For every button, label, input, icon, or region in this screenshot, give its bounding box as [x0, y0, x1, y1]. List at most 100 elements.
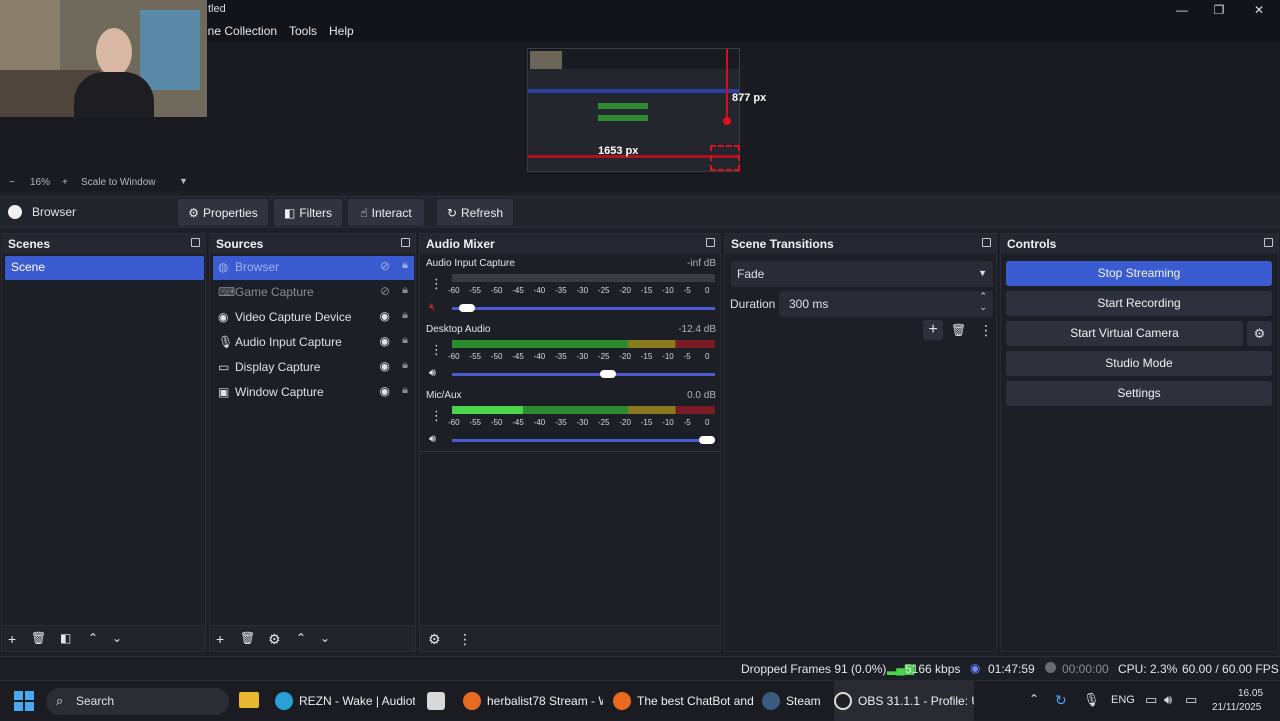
battery-icon[interactable]: ▭ [1185, 692, 1197, 708]
zoom-out-button[interactable]: − [9, 177, 15, 188]
guide-handle[interactable] [723, 117, 731, 125]
selection-box[interactable] [710, 145, 740, 171]
store-icon[interactable] [427, 692, 445, 710]
filter-icon[interactable]: ◧ [60, 631, 71, 645]
volume-slider-knob[interactable] [459, 304, 476, 312]
volume-slider[interactable] [452, 436, 715, 444]
lock-icon[interactable]: 🔒︎ [402, 284, 408, 297]
scale-tick-label: 0 [705, 286, 710, 295]
scale-tick-label: -60 [448, 352, 460, 361]
eye-icon[interactable]: ◉ [380, 334, 390, 348]
volume-slider[interactable] [452, 370, 715, 378]
stop-streaming-button[interactable]: Stop Streaming [1006, 261, 1272, 286]
source-row-audio-input[interactable]: 🎙︎ Audio Input Capture ◉ 🔒︎ [213, 331, 414, 355]
filters-button[interactable]: ◧ Filters [274, 199, 342, 226]
taskbar-app-edge[interactable]: REZN - Wake | Audiotre [275, 681, 415, 721]
source-row-window-capture[interactable]: ▣ Window Capture ◉ 🔒︎ [213, 381, 414, 405]
volume-slider-knob[interactable] [699, 436, 715, 444]
eye-icon[interactable]: ◉ [380, 359, 390, 373]
close-button[interactable]: ✕ [1244, 2, 1274, 18]
lock-icon[interactable]: 🔒︎ [402, 309, 408, 322]
float-dock-icon[interactable] [706, 238, 715, 247]
studio-mode-button[interactable]: Studio Mode [1006, 351, 1272, 376]
scale-tick-label: -55 [469, 286, 481, 295]
eye-hidden-icon[interactable]: ⊘ [380, 259, 390, 273]
windows-start-icon[interactable] [14, 691, 34, 711]
add-icon[interactable]: + [8, 631, 16, 647]
clock-date[interactable]: 21/11/2025 [1212, 702, 1261, 713]
menu-tools[interactable]: Tools [289, 24, 317, 38]
lock-icon[interactable]: 🔒︎ [402, 334, 408, 347]
add-icon[interactable]: + [216, 631, 224, 647]
language-indicator[interactable]: ENG [1111, 694, 1135, 706]
float-dock-icon[interactable] [191, 238, 200, 247]
zoom-mode[interactable]: Scale to Window [81, 177, 155, 188]
taskbar-app-firefox-1[interactable]: herbalist78 Stream - Wa [463, 681, 603, 721]
interact-button[interactable]: ☝ Interact [348, 199, 424, 226]
lock-icon[interactable]: 🔒︎ [402, 259, 408, 272]
chevron-down-icon[interactable]: ⌄ [979, 302, 987, 313]
volume-slider[interactable] [452, 304, 715, 312]
volume-slider-knob[interactable] [600, 370, 617, 378]
microphone-icon[interactable]: 🎙︎ [1083, 692, 1100, 708]
refresh-button[interactable]: ↻ Refresh [437, 199, 513, 226]
source-row-display-capture[interactable]: ▭ Display Capture ◉ 🔒︎ [213, 356, 414, 380]
start-recording-button[interactable]: Start Recording [1006, 291, 1272, 316]
trash-icon[interactable]: 🗑 [31, 631, 46, 645]
settings-button[interactable]: Settings [1006, 381, 1272, 406]
properties-button[interactable]: ⚙ Properties [178, 199, 268, 226]
volume-icon[interactable]: 🔊︎ [1164, 692, 1172, 708]
taskbar-app-obs[interactable]: OBS 31.1.1 - Profile: Unti [834, 681, 974, 721]
chevron-up-icon[interactable]: ⌃ [88, 631, 98, 645]
speaker-icon[interactable]: 🔊︎ [429, 367, 436, 380]
search-box[interactable]: ⌕ Search [46, 688, 229, 715]
preview-canvas[interactable]: 1653 px [527, 48, 740, 172]
clock-time[interactable]: 16.05 [1238, 688, 1263, 699]
gear-icon[interactable]: ⚙ [428, 631, 441, 648]
chevron-down-icon[interactable]: ⌄ [112, 631, 122, 645]
gear-icon[interactable]: ⚙ [1247, 321, 1272, 346]
more-options-icon[interactable]: ⋮ [979, 322, 993, 339]
duration-spinbox[interactable]: 300 ms ⌃ ⌄ [779, 291, 993, 317]
gear-icon[interactable]: ⚙ [268, 631, 281, 648]
more-options-icon[interactable]: ⋮ [430, 276, 443, 292]
zoom-in-button[interactable]: + [62, 177, 68, 188]
trash-icon[interactable]: 🗑 [951, 323, 966, 337]
taskbar-app-steam[interactable]: Steam [762, 681, 822, 721]
maximize-button[interactable]: ❐ [1204, 2, 1234, 18]
source-row-game-capture[interactable]: ⌨ Game Capture ⊘ 🔒︎ [213, 281, 414, 305]
chevron-up-icon[interactable]: ⌃ [296, 631, 306, 645]
speaker-icon[interactable]: 🔊︎ [429, 433, 436, 446]
muted-speaker-icon[interactable]: 🔇︎ [429, 301, 436, 314]
lock-icon[interactable]: 🔒︎ [402, 359, 408, 372]
lock-icon[interactable]: 🔒︎ [402, 384, 408, 397]
sync-icon[interactable]: ↻ [1055, 692, 1067, 709]
eye-hidden-icon[interactable]: ⊘ [380, 284, 390, 298]
chevron-up-icon[interactable]: ⌃ [1029, 692, 1039, 706]
chevron-up-icon[interactable]: ⌃ [979, 291, 987, 302]
network-icon[interactable]: ▭ [1145, 692, 1157, 708]
trash-icon[interactable]: 🗑 [240, 631, 255, 645]
float-dock-icon[interactable] [401, 238, 410, 247]
more-options-icon[interactable]: ⋮ [458, 631, 472, 648]
source-row-video-capture[interactable]: ◉ Video Capture Device ◉ 🔒︎ [213, 306, 414, 330]
menu-scene-collection[interactable]: ene Collection [201, 24, 277, 38]
transition-select[interactable]: Fade ▼ [731, 261, 993, 287]
eye-icon[interactable]: ◉ [380, 309, 390, 323]
chevron-down-icon[interactable]: ⌄ [320, 631, 330, 645]
start-virtual-camera-button[interactable]: Start Virtual Camera [1006, 321, 1243, 346]
float-dock-icon[interactable] [1264, 238, 1273, 247]
menu-help[interactable]: Help [329, 24, 354, 38]
more-options-icon[interactable]: ⋮ [430, 342, 443, 358]
source-row-browser[interactable]: ◍ Browser ⊘ 🔒︎ [213, 256, 414, 280]
float-dock-icon[interactable] [982, 238, 991, 247]
chevron-down-icon[interactable]: ▼ [179, 176, 188, 186]
scene-item[interactable]: Scene [5, 256, 204, 280]
eye-icon[interactable]: ◉ [380, 384, 390, 398]
taskbar-app-firefox-2[interactable]: The best ChatBot and W [613, 681, 753, 721]
folder-icon[interactable] [239, 692, 259, 708]
add-transition-icon[interactable]: + [923, 320, 943, 340]
scale-tick-label: -55 [469, 352, 481, 361]
minimize-button[interactable]: — [1167, 2, 1197, 18]
more-options-icon[interactable]: ⋮ [430, 408, 443, 424]
